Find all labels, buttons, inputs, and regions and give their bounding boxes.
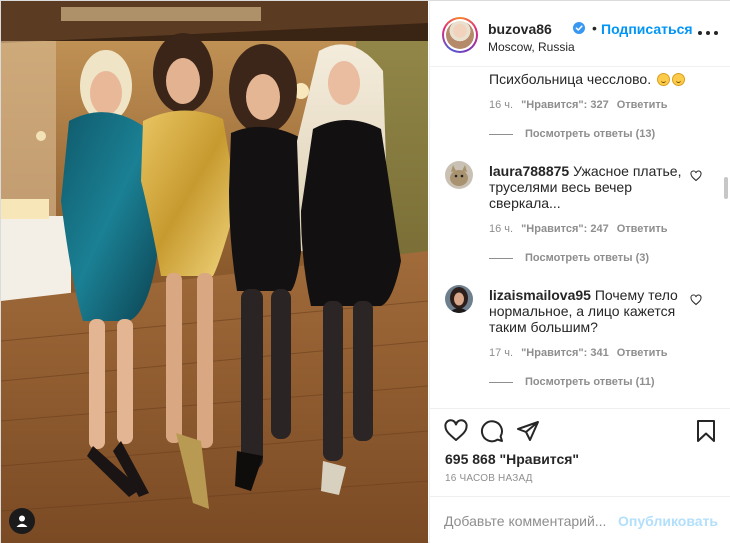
view-replies-label: Посмотреть ответы (3) [525, 252, 650, 264]
location-link[interactable]: Moscow, Russia [488, 40, 575, 54]
comment-username[interactable]: laura788875 [489, 163, 569, 179]
post-photo[interactable] [1, 1, 428, 543]
post-comment-button[interactable]: Опубликовать [618, 513, 718, 529]
bookmark-icon[interactable] [694, 419, 718, 443]
comment-likes[interactable]: "Нравится": 341 [521, 347, 609, 359]
header-separator: • [592, 20, 597, 36]
comment-text: lizaismailova95 Почему тело нормальное, … [489, 287, 689, 335]
comment-body: Психбольница чесслово. [489, 71, 652, 87]
username-link[interactable]: buzova86 [488, 21, 552, 37]
post-side-panel: buzova86 • Подписаться Moscow, Russia Пс… [429, 1, 730, 543]
verified-badge-icon [573, 22, 585, 34]
likes-label: "Нравится" [499, 451, 580, 467]
post-header: buzova86 • Подписаться Moscow, Russia [430, 1, 730, 67]
more-horizontal-icon[interactable] [698, 26, 718, 40]
heart-icon[interactable] [690, 170, 702, 182]
view-replies-button[interactable]: Посмотреть ответы (3) [489, 252, 649, 264]
post-time[interactable]: 16 ЧАСОВ НАЗАД [445, 473, 533, 484]
reply-button[interactable]: Ответить [617, 223, 668, 235]
comment-meta: 16 ч. "Нравится": 247 Ответить [489, 223, 668, 235]
heart-icon[interactable] [690, 294, 702, 306]
post-dialog: buzova86 • Подписаться Moscow, Russia Пс… [0, 0, 730, 543]
reply-button[interactable]: Ответить [617, 347, 668, 359]
comment-time[interactable]: 16 ч. [489, 223, 513, 235]
scrollbar[interactable] [724, 177, 728, 199]
comment-time[interactable]: 17 ч. [489, 347, 513, 359]
user-tag-button[interactable] [9, 508, 35, 534]
view-replies-label: Посмотреть ответы (13) [525, 128, 656, 140]
comment-likes[interactable]: "Нравится": 247 [521, 223, 609, 235]
likes-summary[interactable]: 695 868 "Нравится" [445, 451, 579, 467]
share-icon[interactable] [516, 419, 540, 443]
comment-time[interactable]: 16 ч. [489, 99, 513, 111]
comment-avatar[interactable] [445, 285, 473, 313]
person-avatar-icon [445, 285, 473, 313]
photo-illustration [1, 1, 428, 543]
comments-list[interactable]: Психбольница чесслово. 16 ч. "Нравится": … [430, 67, 730, 408]
view-replies-button[interactable]: Посмотреть ответы (11) [489, 376, 655, 388]
comment-text: Психбольница чесслово. [489, 71, 689, 87]
comment-avatar[interactable] [445, 161, 473, 189]
comment-text: laura788875 Ужасное платье, труселями ве… [489, 163, 689, 211]
smile-emoji-icon [671, 73, 685, 86]
comment-likes[interactable]: "Нравится": 327 [521, 99, 609, 111]
add-comment-bar: Опубликовать [430, 496, 730, 543]
cat-avatar-icon [445, 161, 473, 189]
heart-icon[interactable] [444, 419, 468, 443]
comment-username[interactable]: lizaismailova95 [489, 287, 591, 303]
post-actions: 695 868 "Нравится" 16 ЧАСОВ НАЗАД [430, 408, 730, 496]
comment-meta: 17 ч. "Нравится": 341 Ответить [489, 347, 668, 359]
follow-button[interactable]: Подписаться [601, 21, 693, 37]
likes-count: 695 868 [445, 451, 496, 467]
comment-icon[interactable] [480, 419, 504, 443]
avatar[interactable] [442, 17, 478, 53]
comment-input[interactable] [444, 511, 634, 531]
comment-meta: 16 ч. "Нравится": 327 Ответить [489, 99, 668, 111]
person-icon [16, 515, 28, 527]
view-replies-label: Посмотреть ответы (11) [525, 376, 655, 388]
reply-button[interactable]: Ответить [617, 99, 668, 111]
smile-emoji-icon [656, 73, 670, 86]
view-replies-button[interactable]: Посмотреть ответы (13) [489, 128, 655, 140]
